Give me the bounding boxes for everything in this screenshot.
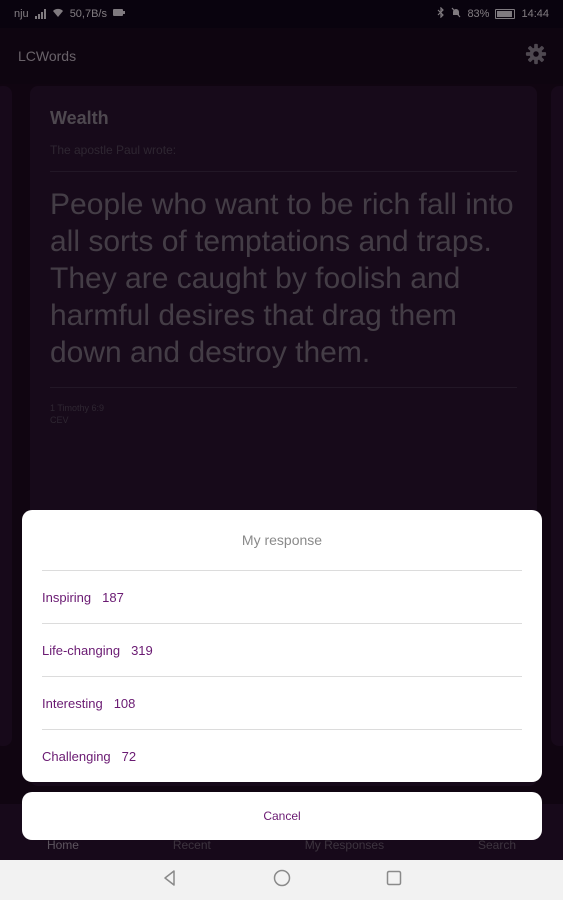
response-option-challenging[interactable]: Challenging 72 <box>42 730 522 782</box>
option-label: Interesting <box>42 695 103 711</box>
option-count: 108 <box>113 695 136 711</box>
response-option-life-changing[interactable]: Life-changing 319 <box>42 624 522 676</box>
response-option-interesting[interactable]: Interesting 108 <box>42 677 522 729</box>
option-label: Challenging <box>42 748 111 764</box>
option-count: 187 <box>102 589 124 605</box>
option-count: 72 <box>121 748 137 764</box>
system-nav-bar <box>0 860 563 900</box>
response-sheet: My response Inspiring 187 Life-changing … <box>22 510 542 782</box>
home-icon[interactable] <box>272 868 292 893</box>
option-count: 319 <box>131 642 153 658</box>
option-label: Life-changing <box>42 642 121 658</box>
cancel-button[interactable]: Cancel <box>22 792 542 840</box>
option-label: Inspiring <box>42 589 92 605</box>
response-option-inspiring[interactable]: Inspiring 187 <box>42 571 522 623</box>
recents-icon[interactable] <box>384 868 404 893</box>
sheet-title: My response <box>241 532 323 548</box>
back-icon[interactable] <box>160 868 180 893</box>
